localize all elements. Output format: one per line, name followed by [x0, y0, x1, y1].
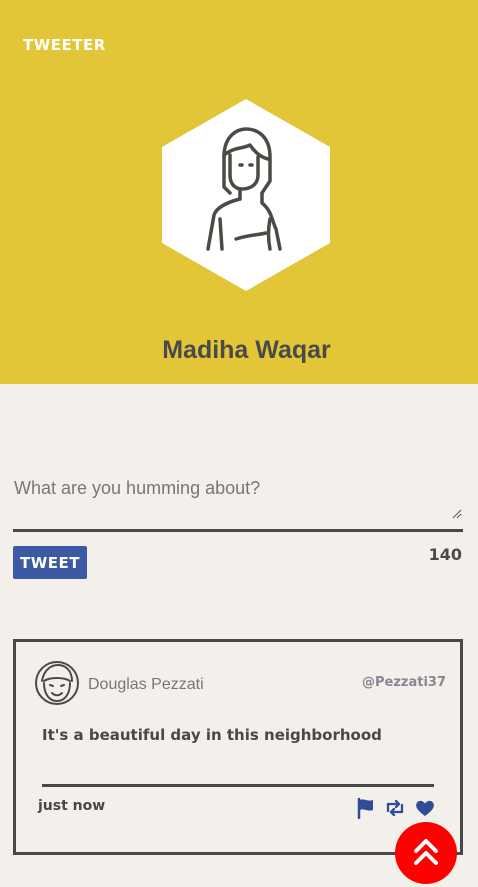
scroll-to-top-button[interactable] [395, 822, 457, 884]
profile-name: Madiha Waqar [162, 336, 331, 364]
flag-icon[interactable] [355, 797, 377, 819]
tweet-composer-input[interactable] [13, 464, 463, 532]
double-chevron-up-icon [414, 839, 438, 865]
profile-header: TWEETER Madiha Waqar [0, 0, 478, 384]
brand-logo[interactable]: TWEETER [23, 36, 106, 54]
heart-icon[interactable] [414, 797, 436, 819]
tweet-author-name[interactable]: Douglas Pezzati [88, 676, 204, 694]
tweet-divider [42, 784, 434, 787]
tweet-timestamp: just now [38, 798, 106, 814]
tweet-button[interactable]: TWEET [13, 546, 87, 579]
tweet-text: It's a beautiful day in this neighborhoo… [42, 726, 382, 744]
character-counter: 140 [428, 545, 462, 564]
resize-grip-icon[interactable] [452, 509, 462, 519]
profile-avatar [162, 99, 330, 291]
retweet-icon[interactable] [384, 797, 406, 819]
tweet-author-handle[interactable]: @Pezzati37 [316, 675, 446, 690]
man-avatar-icon [35, 661, 79, 705]
